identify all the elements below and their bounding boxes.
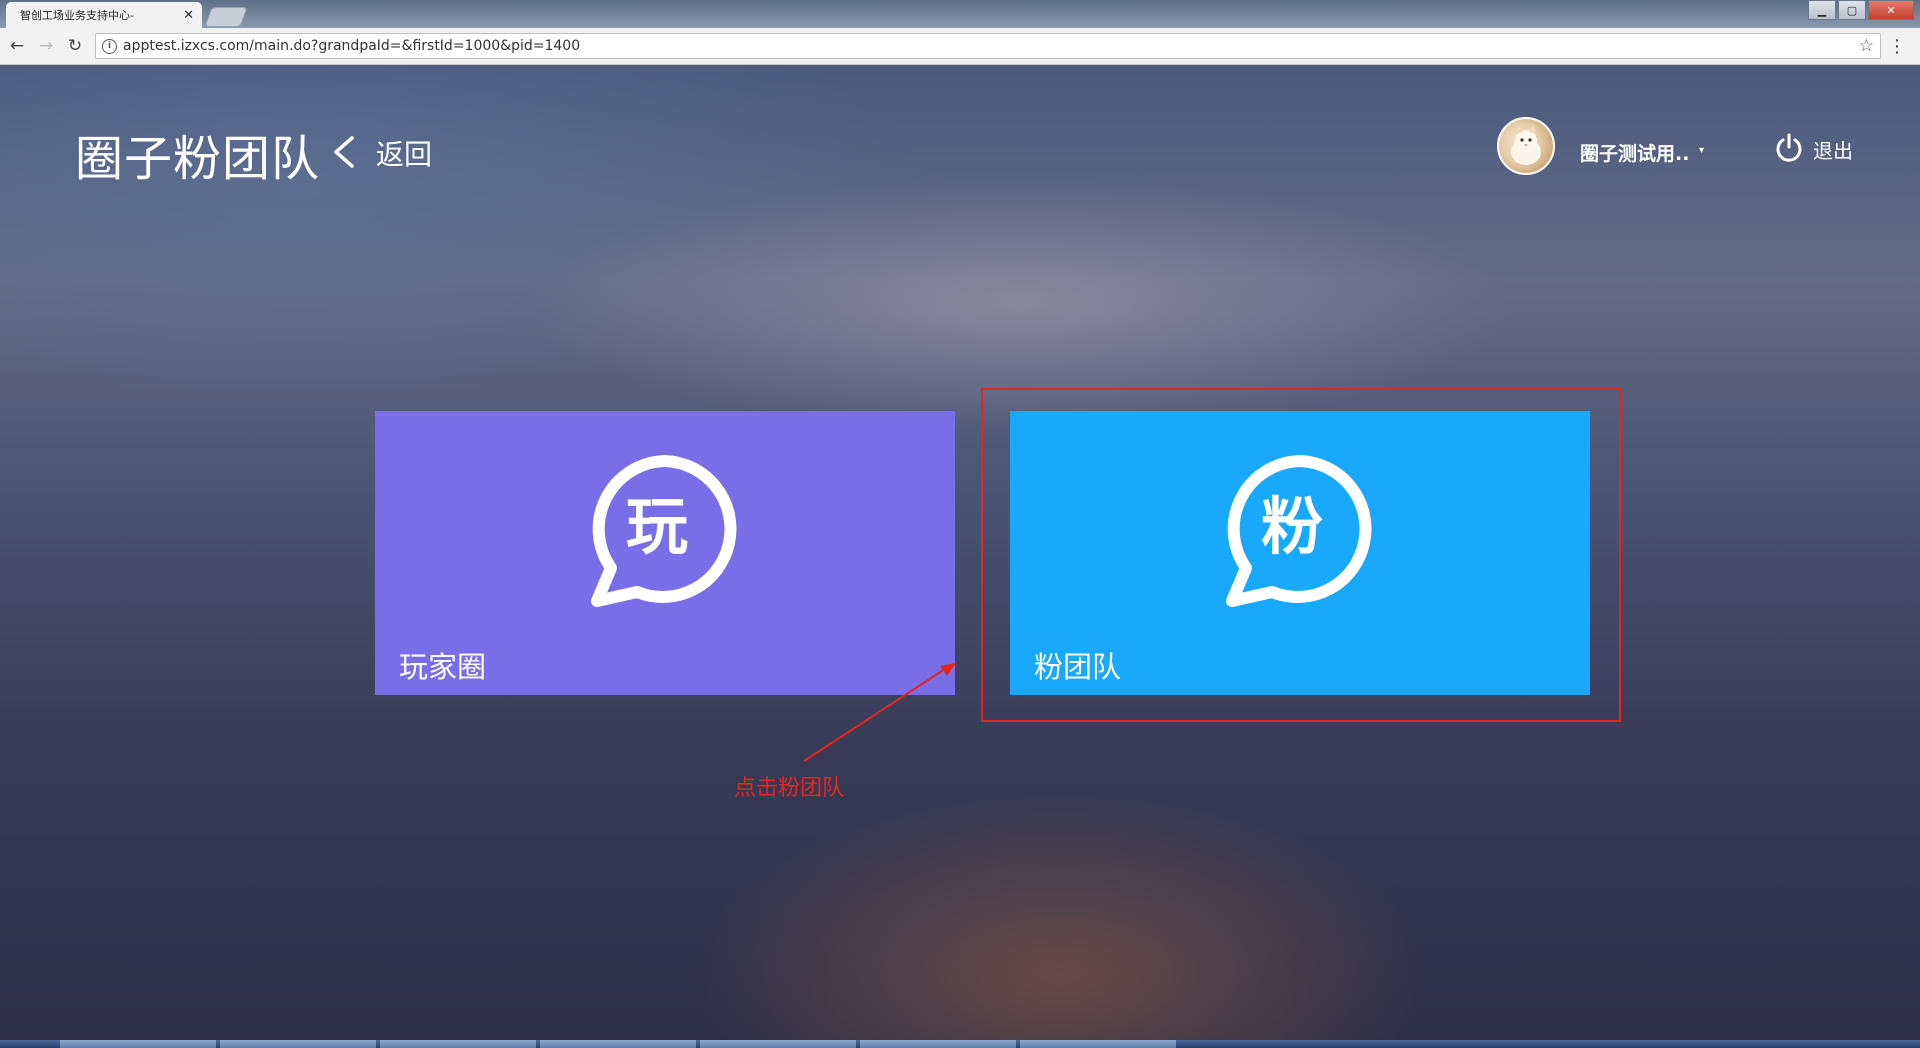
cat-avatar-image <box>1511 124 1541 165</box>
browser-toolbar: ← → ↻ i apptest.izxcs.com/main.do?grandp… <box>0 28 1920 65</box>
maximize-button[interactable]: ▢ <box>1838 0 1866 20</box>
taskbar-item[interactable] <box>380 1040 536 1048</box>
reload-icon[interactable]: ↻ <box>63 34 87 58</box>
back-link[interactable]: 返回 <box>376 133 432 173</box>
taskbar-item[interactable] <box>700 1040 856 1048</box>
page-title: 圈子粉团队 <box>75 131 321 187</box>
bookmark-star-icon[interactable]: ☆ <box>1859 36 1874 56</box>
window-controls: ▁ ▢ ✕ <box>1806 0 1914 20</box>
forward-arrow-icon[interactable]: → <box>34 34 58 58</box>
address-url[interactable]: apptest.izxcs.com/main.do?grandpaId=&fir… <box>123 38 1859 54</box>
tab-title: 智创工场业务支持中心- <box>20 9 134 22</box>
card-icon-char: 粉 <box>1260 490 1323 563</box>
taskbar-item[interactable] <box>60 1040 216 1048</box>
power-icon[interactable] <box>1774 133 1804 163</box>
tab-close-icon[interactable]: ✕ <box>183 8 194 23</box>
address-bar[interactable]: i apptest.izxcs.com/main.do?grandpaId=&f… <box>95 33 1881 59</box>
os-taskbar <box>0 1040 1920 1048</box>
annotation-arrow <box>803 663 956 762</box>
fan-team-card[interactable]: 粉 粉团队 <box>1010 411 1590 695</box>
back-chevron-icon[interactable] <box>330 135 356 169</box>
card-icon-char: 玩 <box>625 490 688 563</box>
back-arrow-icon[interactable]: ← <box>5 34 29 58</box>
site-info-icon[interactable]: i <box>102 38 117 54</box>
browser-menu-icon[interactable]: ⋮ <box>1885 36 1909 57</box>
username-dropdown[interactable]: 圈子测试用.. <box>1580 139 1689 166</box>
browser-tabstrip: 智创工场业务支持中心- ✕ ▁ ▢ ✕ <box>0 0 1920 28</box>
minimize-button[interactable]: ▁ <box>1808 0 1836 20</box>
window-close-button[interactable]: ✕ <box>1868 0 1914 20</box>
page-content: 圈子粉团队 返回 圈子测试用.. ▾ 退出 玩 玩家圈 粉 粉团队 点击粉团队 <box>0 65 1920 1040</box>
chevron-down-icon[interactable]: ▾ <box>1699 145 1704 156</box>
taskbar-item[interactable] <box>860 1040 1016 1048</box>
taskbar-item[interactable] <box>220 1040 376 1048</box>
card-label: 粉团队 <box>1034 650 1122 684</box>
new-tab-button[interactable] <box>204 7 248 27</box>
annotation-label: 点击粉团队 <box>734 776 845 801</box>
logout-button[interactable]: 退出 <box>1813 135 1853 164</box>
taskbar-item[interactable] <box>540 1040 696 1048</box>
taskbar-item[interactable] <box>1020 1040 1176 1048</box>
card-label: 玩家圈 <box>399 650 487 684</box>
player-circle-card[interactable]: 玩 玩家圈 <box>375 411 955 695</box>
avatar[interactable] <box>1497 117 1555 175</box>
browser-tab-active[interactable]: 智创工场业务支持中心- ✕ <box>6 2 202 28</box>
